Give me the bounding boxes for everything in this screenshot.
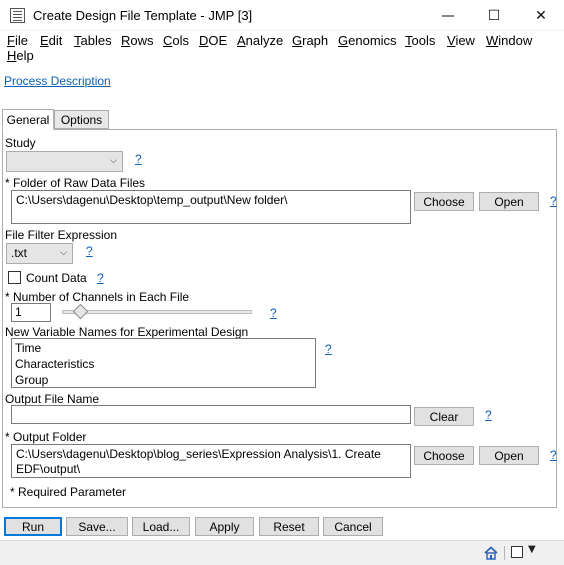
menu-file[interactable]: File [7,33,28,48]
list-item[interactable]: Time [15,340,312,356]
menu-cols[interactable]: Cols [163,33,189,48]
filter-value: .txt [11,246,28,260]
title-bar: Create Design File Template - JMP [3] — … [0,0,564,31]
count-data-help-link[interactable]: ? [97,271,104,285]
output-folder-field[interactable]: C:\Users\dagenu\Desktop\blog_series\Expr… [11,444,411,478]
tab-options[interactable]: Options [54,110,109,129]
raw-folder-help-link[interactable]: ? [550,194,557,208]
variables-list[interactable]: Time Characteristics Group [11,338,316,388]
status-bar: ▼ [0,540,564,565]
list-item[interactable]: Group [15,372,312,387]
channels-field[interactable]: 1 [11,303,51,322]
menu-edit[interactable]: Edit [40,33,62,48]
caret-down-icon[interactable]: ▼ [528,544,536,555]
channels-slider-track[interactable] [62,310,252,314]
chevron-down-icon: ⌵ [60,247,67,257]
menu-graph[interactable]: Graph [292,33,328,48]
raw-folder-open-button[interactable]: Open [479,192,539,211]
maximize-button[interactable]: ☐ [471,0,517,31]
jmp-app-icon [10,8,25,23]
close-button[interactable]: ✕ [518,0,564,31]
raw-folder-label: * Folder of Raw Data Files [5,176,146,190]
count-data-checkbox[interactable] [8,271,21,284]
filter-label: File Filter Expression [5,228,118,242]
study-help-link[interactable]: ? [135,152,142,166]
output-file-label: Output File Name [5,392,100,406]
run-button[interactable]: Run [4,517,62,536]
reset-button[interactable]: Reset [259,517,319,536]
filter-help-link[interactable]: ? [86,244,93,258]
output-file-help-link[interactable]: ? [485,408,492,422]
menu-doe[interactable]: DOE [199,33,227,48]
required-note: * Required Parameter [10,485,127,499]
menu-tools[interactable]: Tools [405,33,435,48]
output-folder-label: * Output Folder [5,430,87,444]
tab-general[interactable]: General [2,109,54,130]
study-label: Study [5,136,36,150]
menu-help[interactable]: Help [7,48,34,63]
process-description-link[interactable]: Process Description [4,74,111,88]
apply-button[interactable]: Apply [195,517,254,536]
status-divider [504,546,505,560]
menu-bar: File Edit Tables Rows Cols DOE Analyze G… [0,31,564,65]
save-button[interactable]: Save... [66,517,128,536]
window-title: Create Design File Template - JMP [3] [33,8,253,23]
variables-label: New Variable Names for Experimental Desi… [5,325,249,339]
output-file-clear-button[interactable]: Clear [414,407,474,426]
raw-folder-choose-button[interactable]: Choose [414,192,474,211]
menu-tables[interactable]: Tables [74,33,112,48]
count-data-label: Count Data [26,271,87,285]
menu-analyze[interactable]: Analyze [237,33,283,48]
raw-folder-field[interactable]: C:\Users\dagenu\Desktop\temp_output\New … [11,190,411,224]
output-folder-help-link[interactable]: ? [550,448,557,462]
minimize-button[interactable]: — [425,0,471,31]
menu-genomics[interactable]: Genomics [338,33,397,48]
output-folder-choose-button[interactable]: Choose [414,446,474,465]
list-item[interactable]: Characteristics [15,356,312,372]
channels-help-link[interactable]: ? [270,306,277,320]
output-file-field[interactable] [11,405,411,424]
menu-rows[interactable]: Rows [121,33,154,48]
menu-window[interactable]: Window [486,33,532,48]
cancel-button[interactable]: Cancel [323,517,383,536]
variables-help-link[interactable]: ? [325,342,332,356]
output-folder-open-button[interactable]: Open [479,446,539,465]
channels-label: * Number of Channels in Each File [5,290,190,304]
filter-dropdown[interactable]: .txt ⌵ [6,243,73,264]
chevron-down-icon: ⌵ [110,155,117,165]
window-list-icon[interactable] [511,546,523,558]
menu-view[interactable]: View [447,33,475,48]
load-button[interactable]: Load... [132,517,190,536]
home-icon[interactable] [484,546,498,560]
study-dropdown[interactable]: ⌵ [6,151,123,172]
